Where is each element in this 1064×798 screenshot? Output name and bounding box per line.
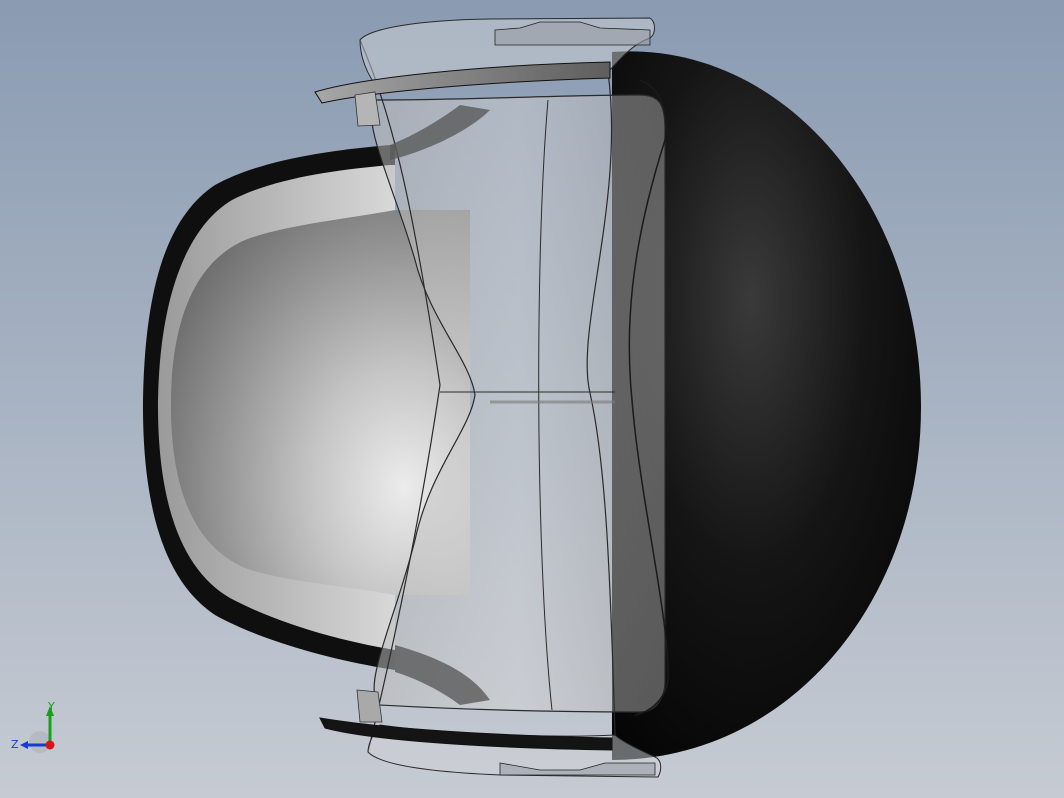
triad-z-label: Z xyxy=(11,738,19,751)
triad-y-label: Y xyxy=(47,700,55,713)
3d-graphics-viewport[interactable]: Y Z xyxy=(0,0,1064,798)
bottom-flange-plate xyxy=(356,689,383,723)
triad-x-axis-dot xyxy=(45,740,55,750)
